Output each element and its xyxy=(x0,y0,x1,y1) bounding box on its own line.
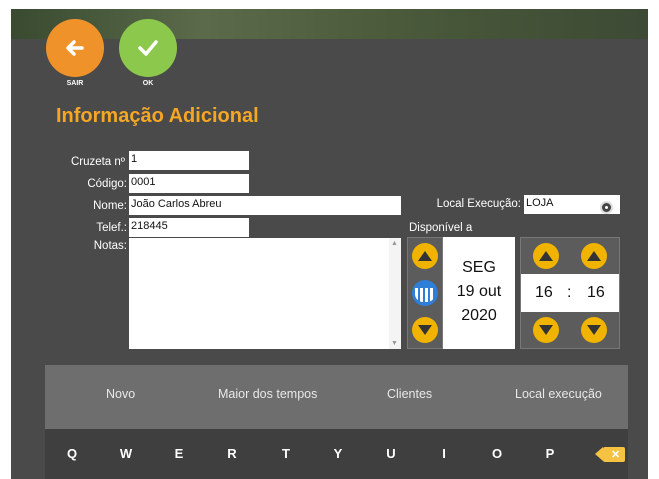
key-e[interactable]: E xyxy=(169,446,189,461)
app-window: SAIR OK Informação Adicional Cruzeta nº … xyxy=(11,9,648,479)
time-display: 16 : 16 xyxy=(521,274,619,312)
notas-label: Notas: xyxy=(93,240,127,252)
date-controls xyxy=(407,237,443,349)
key-t[interactable]: T xyxy=(276,446,296,461)
checkmark-icon xyxy=(138,40,158,56)
scroll-down-icon[interactable]: ▼ xyxy=(391,340,398,347)
ok-button-label: OK xyxy=(142,80,154,87)
time-minute: 16 xyxy=(587,284,605,301)
key-y[interactable]: Y xyxy=(328,446,348,461)
tab-local-execucao[interactable]: Local execução xyxy=(515,387,602,401)
backspace-icon[interactable]: ✕ xyxy=(595,447,625,462)
time-hour: 16 xyxy=(535,284,553,301)
nome-field[interactable]: João Carlos Abreu xyxy=(129,196,401,215)
date-up-button[interactable] xyxy=(412,243,438,269)
disponivel-label: Disponível a xyxy=(409,222,473,234)
page-title: Informação Adicional xyxy=(56,105,259,127)
key-u[interactable]: U xyxy=(381,446,401,461)
tab-novo[interactable]: Novo xyxy=(106,387,135,401)
telef-label: Telef.: xyxy=(96,222,127,234)
hour-up-button[interactable] xyxy=(533,243,559,269)
scroll-up-icon[interactable]: ▲ xyxy=(391,240,398,247)
key-q[interactable]: Q xyxy=(62,446,82,461)
tab-clientes[interactable]: Clientes xyxy=(387,387,432,401)
local-execucao-label: Local Execução: xyxy=(436,198,521,210)
date-day-month: 19 out xyxy=(456,283,502,300)
key-w[interactable]: W xyxy=(116,446,136,461)
onscreen-keyboard: Q W E R T Y U I O P ✕ xyxy=(45,429,628,479)
date-display: SEG 19 out 2020 xyxy=(443,237,515,349)
telef-field[interactable]: 218445 xyxy=(129,218,249,237)
cruzeta-label: Cruzeta nº xyxy=(70,156,125,168)
date-down-button[interactable] xyxy=(412,317,438,343)
notes-textarea[interactable]: ▲ ▼ xyxy=(129,238,401,349)
time-picker: 16 : 16 xyxy=(520,237,620,349)
date-weekday: SEG xyxy=(462,259,496,276)
date-year: 2020 xyxy=(461,307,497,324)
exit-button[interactable] xyxy=(46,19,104,77)
cruzeta-field[interactable]: 1 xyxy=(129,151,249,170)
ok-button[interactable] xyxy=(119,19,177,77)
key-o[interactable]: O xyxy=(487,446,507,461)
notes-scrollbar[interactable]: ▲ ▼ xyxy=(389,238,401,349)
codigo-field[interactable]: 0001 xyxy=(129,174,249,193)
key-r[interactable]: R xyxy=(222,446,242,461)
minute-down-button[interactable] xyxy=(581,317,607,343)
arrow-left-icon xyxy=(66,40,84,56)
tab-maior-dos-tempos[interactable]: Maior dos tempos xyxy=(218,387,317,401)
time-separator: : xyxy=(567,284,572,301)
search-icon[interactable] xyxy=(600,201,613,214)
minute-up-button[interactable] xyxy=(581,243,607,269)
calendar-icon[interactable] xyxy=(412,280,438,306)
exit-button-label: SAIR xyxy=(66,80,84,87)
nome-label: Nome: xyxy=(93,200,127,212)
bottom-tab-bar: Novo Maior dos tempos Clientes Local exe… xyxy=(45,365,628,429)
key-i[interactable]: I xyxy=(434,446,454,461)
key-p[interactable]: P xyxy=(540,446,560,461)
top-banner xyxy=(11,9,648,39)
hour-down-button[interactable] xyxy=(533,317,559,343)
codigo-label: Código: xyxy=(87,178,127,190)
